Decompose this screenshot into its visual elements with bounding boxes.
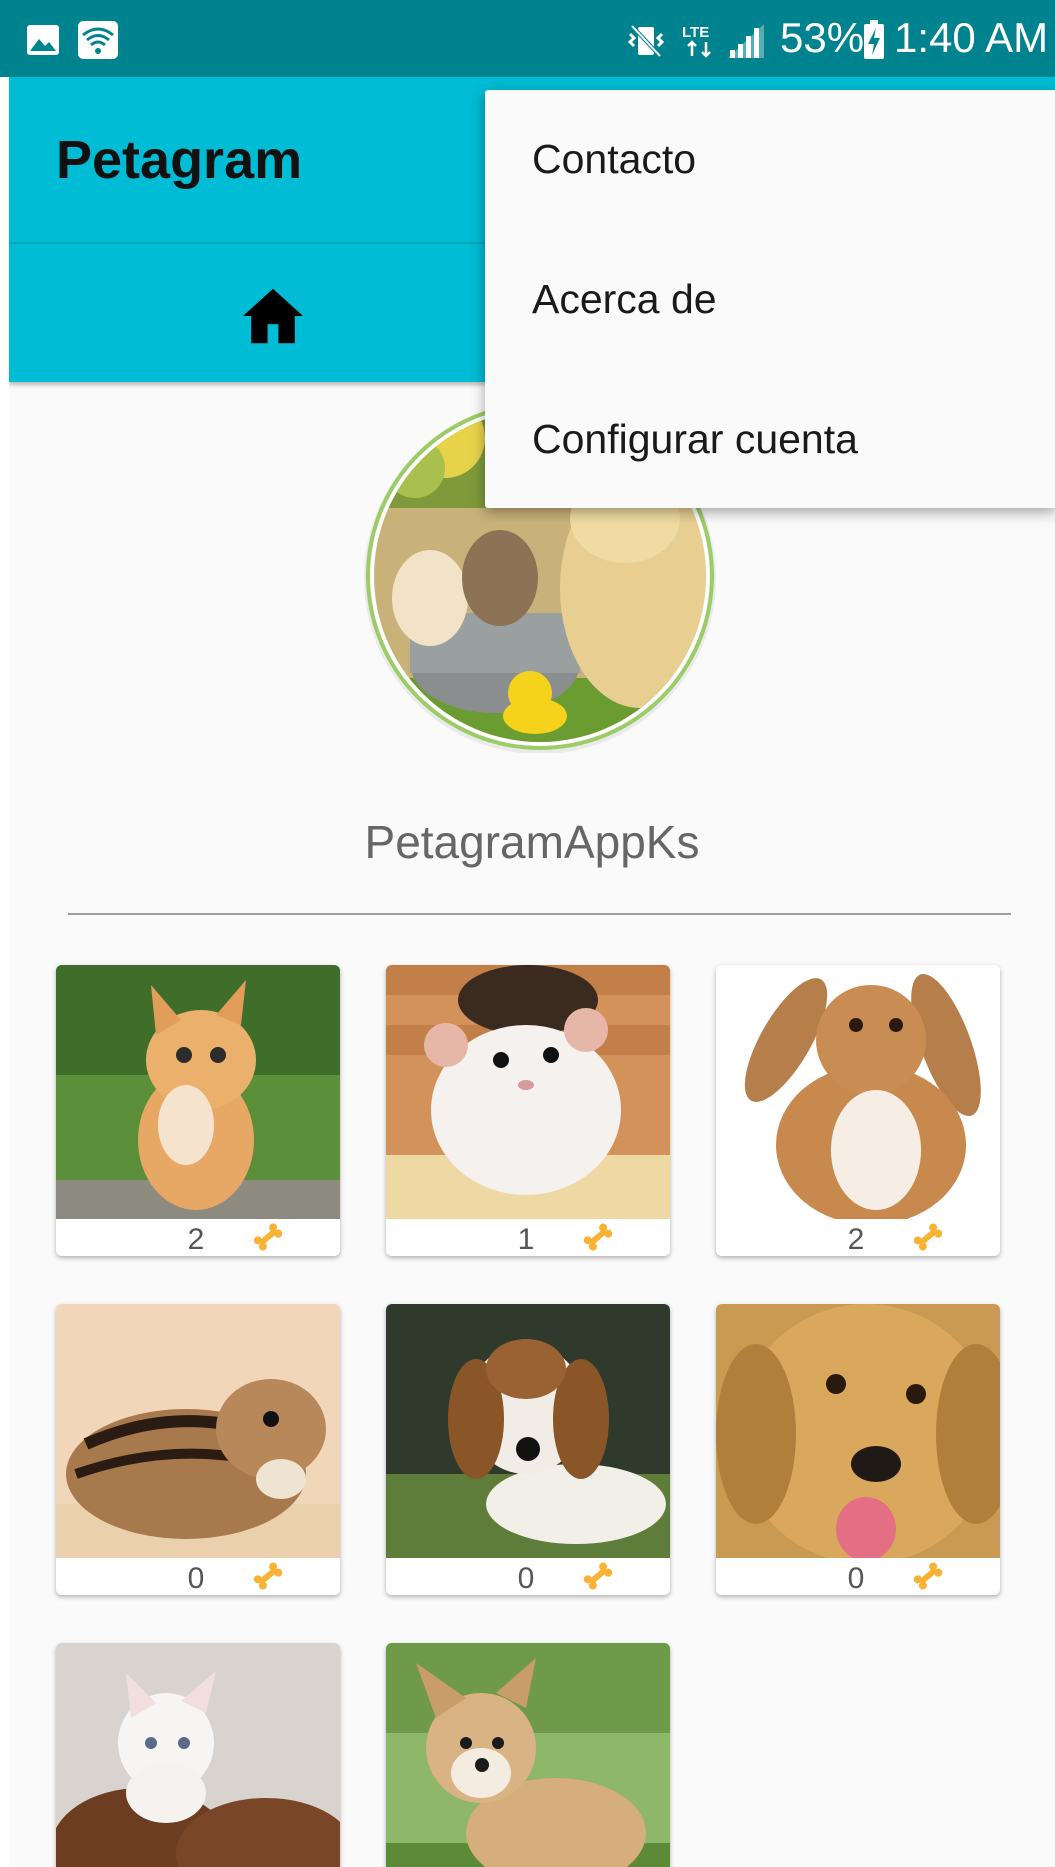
svg-text:LTE: LTE <box>682 24 709 41</box>
pet-card[interactable]: 2 <box>56 965 340 1256</box>
menu-item-contacto[interactable]: Contacto <box>532 136 696 183</box>
like-count: 0 <box>847 1562 865 1595</box>
card-footer: 0 <box>56 1558 340 1595</box>
app-title: Petagram <box>56 130 303 190</box>
pet-photo-golden-puppy <box>716 1304 1000 1558</box>
pet-photo-chipmunk <box>56 1304 340 1558</box>
like-count: 0 <box>187 1562 205 1595</box>
pet-photo-hamster <box>386 965 670 1219</box>
pet-card[interactable]: 0 <box>716 1304 1000 1595</box>
profile-username: PetagramAppKs <box>364 816 700 868</box>
pet-photo-white-kitten <box>56 1643 340 1867</box>
pet-card[interactable]: 1 <box>386 965 670 1256</box>
card-footer: 2 <box>716 1219 1000 1256</box>
pet-card[interactable] <box>386 1643 670 1867</box>
bone-icon[interactable] <box>252 1562 284 1590</box>
overflow-menu: Contacto Acerca de Configurar cuenta <box>485 90 1055 508</box>
app-screen: Petagram PetagramAppKs 2 1 2 0 0 0 Conta… <box>9 0 1055 1867</box>
pet-card[interactable] <box>56 1643 340 1867</box>
menu-item-acerca-de[interactable]: Acerca de <box>532 276 717 323</box>
pet-photo-corgi <box>386 1643 670 1867</box>
card-footer: 2 <box>56 1219 340 1256</box>
bone-icon[interactable] <box>252 1223 284 1251</box>
pet-card[interactable]: 2 <box>716 965 1000 1256</box>
pet-photo-beagle <box>386 1304 670 1558</box>
signal-icon <box>728 24 764 58</box>
battery-icon <box>864 20 884 59</box>
bone-icon[interactable] <box>582 1562 614 1590</box>
bone-icon[interactable] <box>912 1223 944 1251</box>
lte-icon: LTE <box>682 24 711 58</box>
pet-photo-kitten <box>56 965 340 1219</box>
divider <box>68 913 1011 915</box>
like-count: 2 <box>847 1223 865 1256</box>
menu-item-configurar-cuenta[interactable]: Configurar cuenta <box>532 416 858 463</box>
card-footer: 0 <box>716 1558 1000 1595</box>
pet-card[interactable]: 0 <box>386 1304 670 1595</box>
battery-percent: 53% <box>780 14 865 61</box>
like-count: 2 <box>187 1223 205 1256</box>
bone-icon[interactable] <box>582 1223 614 1251</box>
home-icon[interactable] <box>239 286 307 346</box>
image-icon <box>27 25 59 55</box>
status-bar: LTE 53% 1:40 AM <box>0 0 1055 77</box>
bone-icon[interactable] <box>912 1562 944 1590</box>
card-footer: 0 <box>386 1558 670 1595</box>
pet-photo-rabbit <box>716 965 1000 1219</box>
pet-card[interactable]: 0 <box>56 1304 340 1595</box>
card-footer: 1 <box>386 1219 670 1256</box>
like-count: 1 <box>517 1223 535 1256</box>
vibrate-icon <box>627 24 665 58</box>
screen-left-edge <box>0 0 9 1867</box>
wifi-icon <box>78 21 118 59</box>
like-count: 0 <box>517 1562 535 1595</box>
status-time: 1:40 AM <box>894 14 1049 61</box>
